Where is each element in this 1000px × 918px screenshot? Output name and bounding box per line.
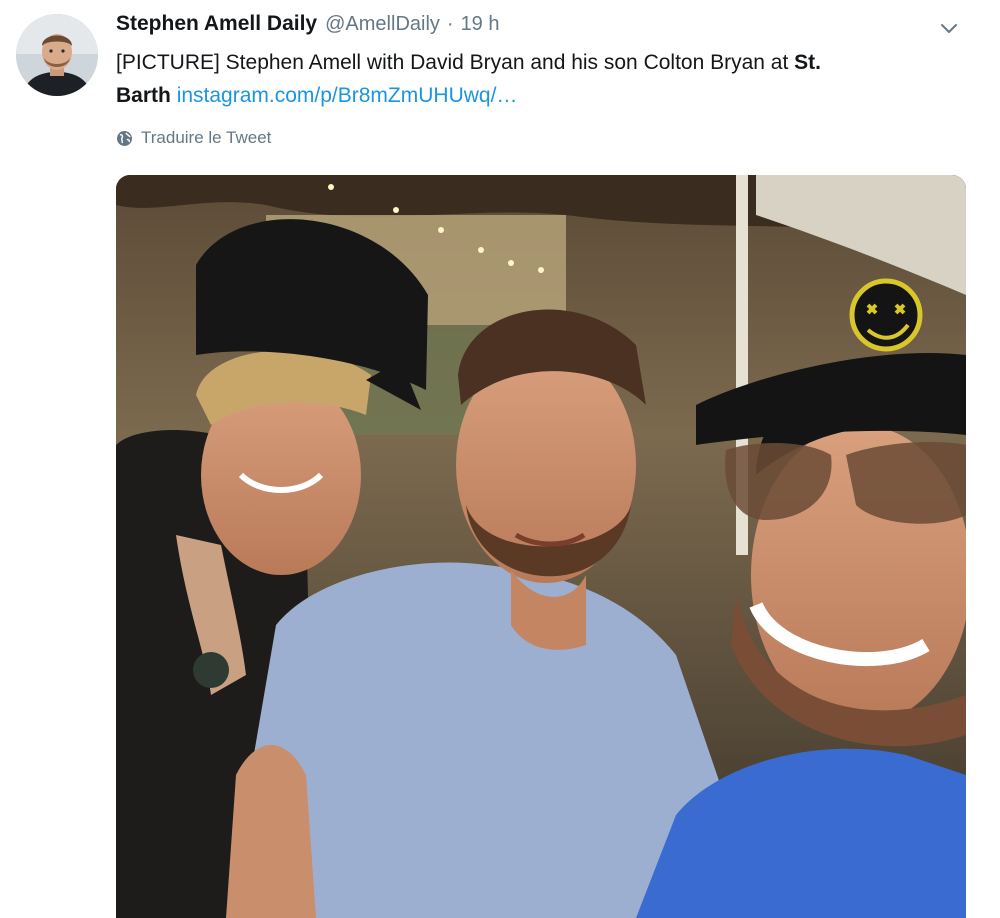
avatar-image (16, 14, 98, 96)
chevron-down-icon (941, 24, 957, 33)
translate-tweet-button[interactable]: Traduire le Tweet (116, 128, 271, 148)
timestamp[interactable]: 19 h (461, 13, 500, 36)
tweet-text-bold-2: Barth (116, 84, 171, 107)
avatar[interactable] (16, 14, 98, 96)
tweet-link[interactable]: instagram.com/p/Br8mZmUHUwq/… (177, 84, 518, 107)
translate-label: Traduire le Tweet (141, 128, 272, 147)
tweet-text-bold-1: St. (794, 51, 821, 74)
tweet: Stephen Amell Daily @AmellDaily · 19 h [… (0, 0, 1000, 918)
author-handle[interactable]: @AmellDaily (325, 13, 440, 36)
separator-dot: · (446, 13, 454, 35)
tweet-photo[interactable] (116, 175, 966, 918)
photo-image (116, 175, 966, 918)
globe-icon (117, 130, 132, 146)
tweet-text-body: [PICTURE] Stephen Amell with David Bryan… (116, 51, 795, 74)
author-name[interactable]: Stephen Amell Daily (116, 12, 317, 36)
tweet-header: Stephen Amell Daily @AmellDaily · 19 h (116, 12, 500, 46)
tweet-text: [PICTURE] Stephen Amell with David Bryan… (116, 46, 946, 112)
more-options-button[interactable] (938, 18, 960, 40)
